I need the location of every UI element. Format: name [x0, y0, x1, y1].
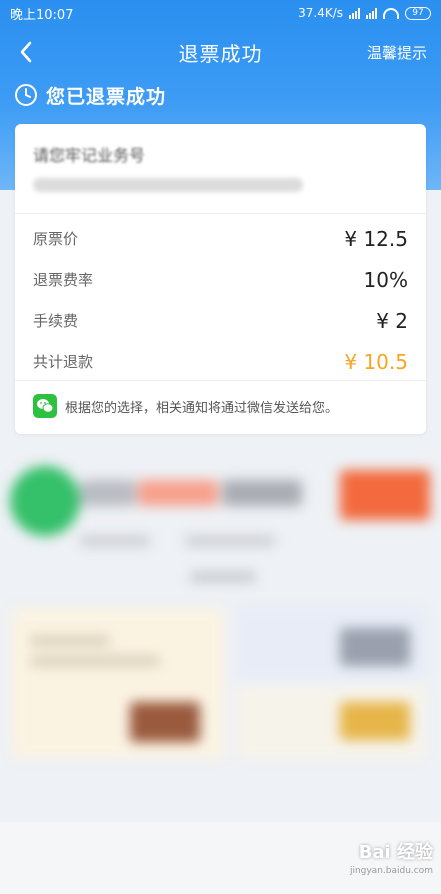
order-number-block: 请您牢记业务号 — [33, 142, 408, 212]
order-number-redacted — [33, 178, 303, 192]
refund-details: 原票价 ¥ 12.5 退票费率 10% 手续费 ¥ 2 共计退款 ¥ 10.5 — [33, 218, 408, 382]
row-service-fee: 手续费 ¥ 2 — [33, 300, 408, 341]
row-value: ¥ 12.5 — [344, 226, 408, 251]
row-label: 原票价 — [33, 230, 79, 248]
baidu-jingyan-watermark: Bai 经验 jingyan.baidu.com — [350, 838, 433, 876]
clock-icon — [15, 84, 37, 106]
wechat-notice: 根据您的选择，相关通知将通过微信发送给您。 — [33, 392, 416, 420]
refund-card: 请您牢记业务号 原票价 ¥ 12.5 退票费率 10% 手续费 ¥ 2 共计退款… — [15, 124, 426, 434]
chat-bubble-icon — [37, 399, 54, 413]
status-bar: 晚上10:07 37.4K/s 97 — [0, 0, 441, 26]
divider — [15, 380, 426, 381]
row-total-refund: 共计退款 ¥ 10.5 — [33, 341, 408, 382]
row-label: 共计退款 — [33, 353, 94, 371]
signal-icon-2 — [366, 7, 377, 19]
status-time: 晚上10:07 — [10, 7, 74, 23]
network-speed: 37.4K/s — [298, 6, 343, 20]
watermark-brand: Bai 经验 — [358, 842, 433, 863]
divider — [15, 213, 426, 214]
row-refund-rate: 退票费率 10% — [33, 259, 408, 300]
watermark-url: jingyan.baidu.com — [349, 866, 433, 876]
nav-bar: 退票成功 温馨提示 — [0, 30, 441, 74]
back-button[interactable] — [12, 38, 40, 66]
row-original-price: 原票价 ¥ 12.5 — [33, 218, 408, 259]
success-banner: 您已退票成功 — [14, 80, 166, 110]
row-label: 手续费 — [33, 312, 79, 330]
signal-icon — [349, 7, 360, 19]
row-value: 10% — [363, 267, 408, 292]
row-value-total: ¥ 10.5 — [344, 349, 408, 374]
page-title: 退票成功 — [178, 41, 263, 66]
success-message: 您已退票成功 — [46, 85, 167, 108]
row-value: ¥ 2 — [376, 308, 408, 333]
notice-text: 根据您的选择，相关通知将通过微信发送给您。 — [65, 400, 339, 416]
status-indicators: 37.4K/s 97 — [298, 6, 431, 20]
row-label: 退票费率 — [33, 271, 94, 289]
wifi-icon — [383, 7, 399, 19]
chevron-left-icon — [20, 41, 32, 63]
battery-icon: 97 — [405, 6, 431, 20]
order-number-title: 请您牢记业务号 — [33, 146, 146, 165]
tips-link[interactable]: 温馨提示 — [367, 42, 427, 63]
wechat-icon — [33, 394, 57, 418]
